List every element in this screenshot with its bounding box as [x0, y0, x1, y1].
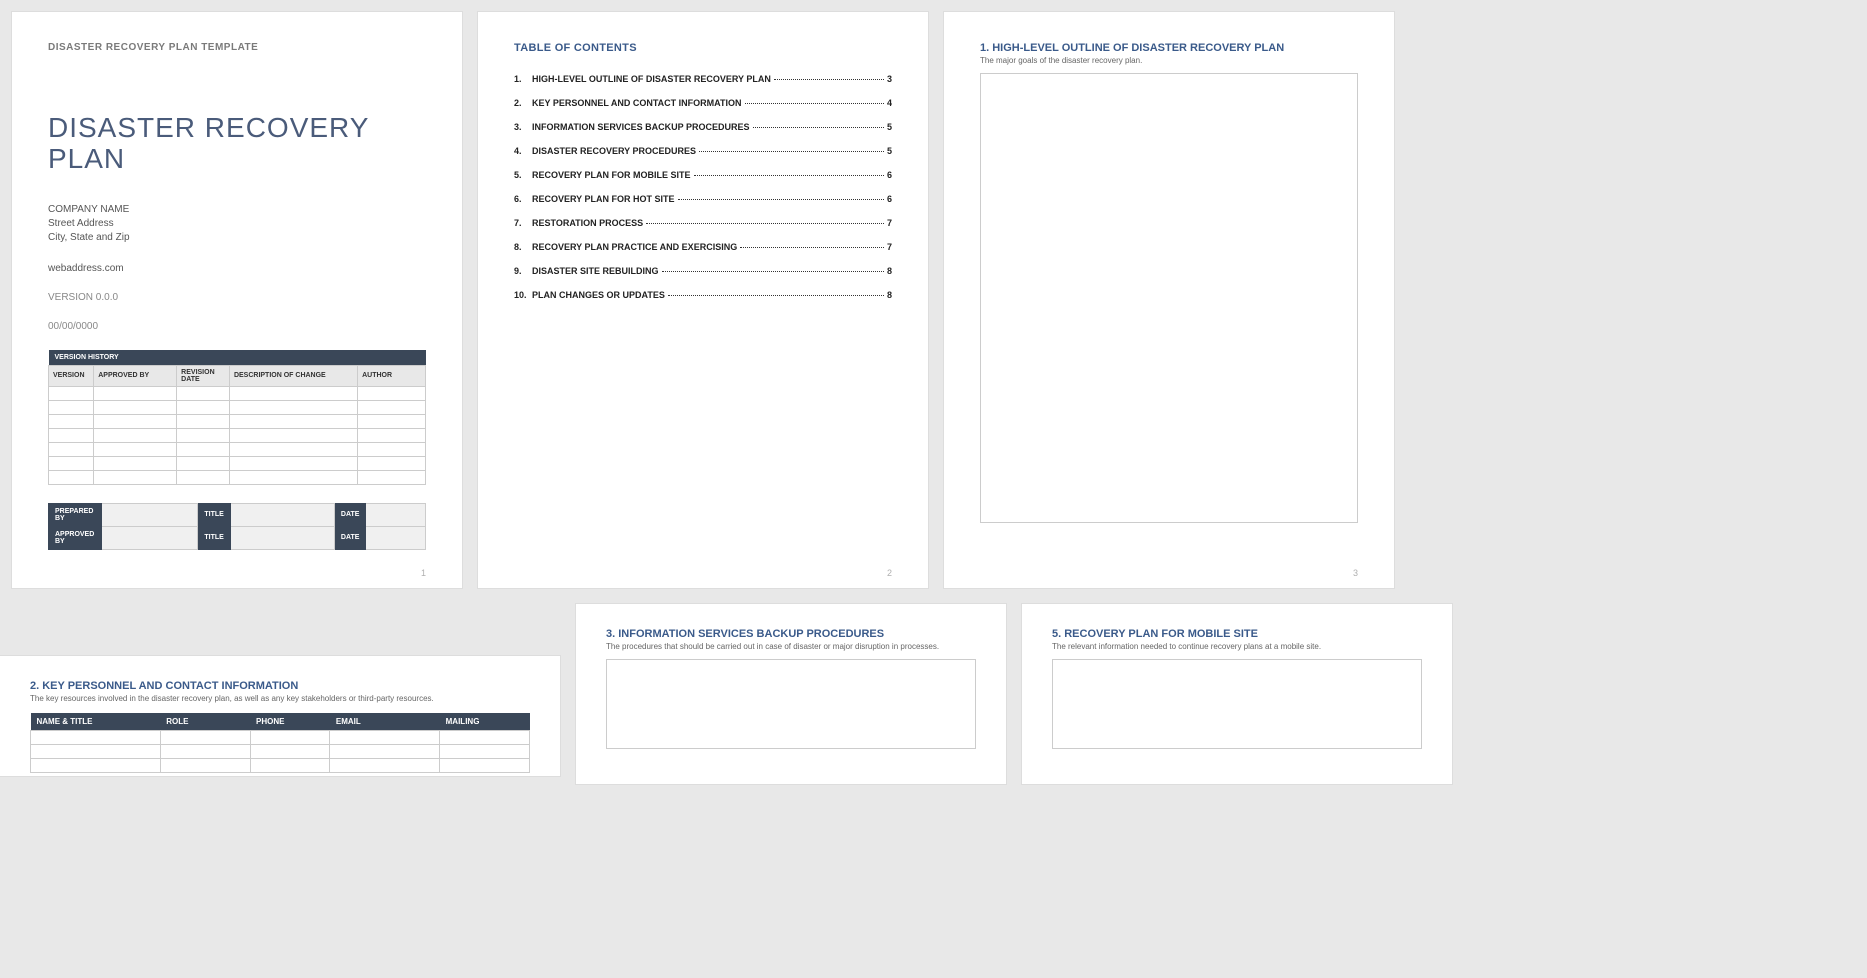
- page-1-cover: DISASTER RECOVERY PLAN TEMPLATE DISASTER…: [12, 12, 462, 588]
- table-row: [31, 745, 530, 759]
- col-phone: PHONE: [250, 713, 330, 731]
- company-block: COMPANY NAME Street Address City, State …: [48, 203, 426, 245]
- col-email: EMAIL: [330, 713, 440, 731]
- company-name: COMPANY NAME: [48, 203, 426, 217]
- toc-item: 9.DISASTER SITE REBUILDING8: [514, 266, 892, 276]
- col-name: NAME & TITLE: [31, 713, 161, 731]
- page-2-toc: TABLE OF CONTENTS 1.HIGH-LEVEL OUTLINE O…: [478, 12, 928, 588]
- sig-approved-value: [101, 526, 198, 549]
- version-history-banner: VERSION HISTORY: [49, 350, 426, 366]
- section-title: 3. INFORMATION SERVICES BACKUP PROCEDURE…: [606, 628, 976, 640]
- sig-title-value-1: [230, 503, 334, 526]
- version-history-table: VERSION HISTORY VERSION APPROVED BY REVI…: [48, 350, 426, 485]
- table-row: [49, 428, 426, 442]
- table-row: [49, 386, 426, 400]
- table-row: [31, 759, 530, 773]
- table-row: [49, 414, 426, 428]
- toc-list: 1.HIGH-LEVEL OUTLINE OF DISASTER RECOVER…: [514, 74, 892, 300]
- toc-item: 3.INFORMATION SERVICES BACKUP PROCEDURES…: [514, 122, 892, 132]
- section-desc: The procedures that should be carried ou…: [606, 642, 976, 651]
- page-number: 2: [887, 568, 892, 578]
- vh-col-desc: DESCRIPTION OF CHANGE: [229, 365, 357, 386]
- table-row: [31, 731, 530, 745]
- page-number: 1: [421, 568, 426, 578]
- section-title: 1. HIGH-LEVEL OUTLINE OF DISASTER RECOVE…: [980, 42, 1358, 54]
- toc-item: 5.RECOVERY PLAN FOR MOBILE SITE6: [514, 170, 892, 180]
- sig-prepared-label: PREPARED BY: [49, 503, 102, 526]
- toc-item: 6.RECOVERY PLAN FOR HOT SITE6: [514, 194, 892, 204]
- sig-title-label-1: TITLE: [198, 503, 230, 526]
- street-address: Street Address: [48, 217, 426, 231]
- row-2: 2. KEY PERSONNEL AND CONTACT INFORMATION…: [12, 604, 1855, 784]
- section-title: 5. RECOVERY PLAN FOR MOBILE SITE: [1052, 628, 1422, 640]
- section-desc: The key resources involved in the disast…: [30, 694, 530, 703]
- col-role: ROLE: [160, 713, 250, 731]
- content-box: [606, 659, 976, 749]
- section-title: 2. KEY PERSONNEL AND CONTACT INFORMATION: [30, 680, 530, 692]
- template-header: DISASTER RECOVERY PLAN TEMPLATE: [48, 42, 426, 53]
- signature-table: PREPARED BY TITLE DATE APPROVED BY TITLE…: [48, 503, 426, 550]
- document-title: DISASTER RECOVERY PLAN: [48, 113, 426, 175]
- version-text: VERSION 0.0.0: [48, 292, 426, 303]
- section-desc: The major goals of the disaster recovery…: [980, 56, 1358, 65]
- table-row: [49, 456, 426, 470]
- toc-item: 7.RESTORATION PROCESS7: [514, 218, 892, 228]
- title-line-1: DISASTER RECOVERY: [48, 112, 369, 143]
- page-number: 3: [1353, 568, 1358, 578]
- toc-title: TABLE OF CONTENTS: [514, 42, 892, 54]
- toc-item: 10.PLAN CHANGES OR UPDATES8: [514, 290, 892, 300]
- table-row: [49, 400, 426, 414]
- sig-title-value-2: [230, 526, 334, 549]
- web-address: webaddress.com: [48, 263, 426, 274]
- toc-item: 4.DISASTER RECOVERY PROCEDURES5: [514, 146, 892, 156]
- sig-date-value-1: [366, 503, 426, 526]
- vh-col-approved: APPROVED BY: [94, 365, 177, 386]
- page-6-mobile: 5. RECOVERY PLAN FOR MOBILE SITE The rel…: [1022, 604, 1452, 784]
- city-state-zip: City, State and Zip: [48, 231, 426, 245]
- col-mailing: MAILING: [440, 713, 530, 731]
- sig-approved-label: APPROVED BY: [49, 526, 102, 549]
- page-3-outline: 1. HIGH-LEVEL OUTLINE OF DISASTER RECOVE…: [944, 12, 1394, 588]
- title-line-2: PLAN: [48, 143, 125, 174]
- toc-item: 8.RECOVERY PLAN PRACTICE AND EXERCISING7: [514, 242, 892, 252]
- sig-date-label-2: DATE: [334, 526, 366, 549]
- vh-col-author: AUTHOR: [358, 365, 426, 386]
- section-desc: The relevant information needed to conti…: [1052, 642, 1422, 651]
- page-4-personnel: 2. KEY PERSONNEL AND CONTACT INFORMATION…: [0, 656, 560, 776]
- table-row: [49, 470, 426, 484]
- toc-item: 1.HIGH-LEVEL OUTLINE OF DISASTER RECOVER…: [514, 74, 892, 84]
- vh-col-revdate: REVISION DATE: [177, 365, 230, 386]
- document-canvas: DISASTER RECOVERY PLAN TEMPLATE DISASTER…: [12, 12, 1855, 588]
- sig-date-value-2: [366, 526, 426, 549]
- toc-item: 2.KEY PERSONNEL AND CONTACT INFORMATION4: [514, 98, 892, 108]
- sig-title-label-2: TITLE: [198, 526, 230, 549]
- vh-col-version: VERSION: [49, 365, 94, 386]
- sig-date-label-1: DATE: [334, 503, 366, 526]
- content-box: [980, 73, 1358, 523]
- contacts-table: NAME & TITLE ROLE PHONE EMAIL MAILING: [30, 713, 530, 773]
- date-text: 00/00/0000: [48, 321, 426, 332]
- sig-prepared-value: [101, 503, 198, 526]
- content-box: [1052, 659, 1422, 749]
- table-row: [49, 442, 426, 456]
- page-5-backup: 3. INFORMATION SERVICES BACKUP PROCEDURE…: [576, 604, 1006, 784]
